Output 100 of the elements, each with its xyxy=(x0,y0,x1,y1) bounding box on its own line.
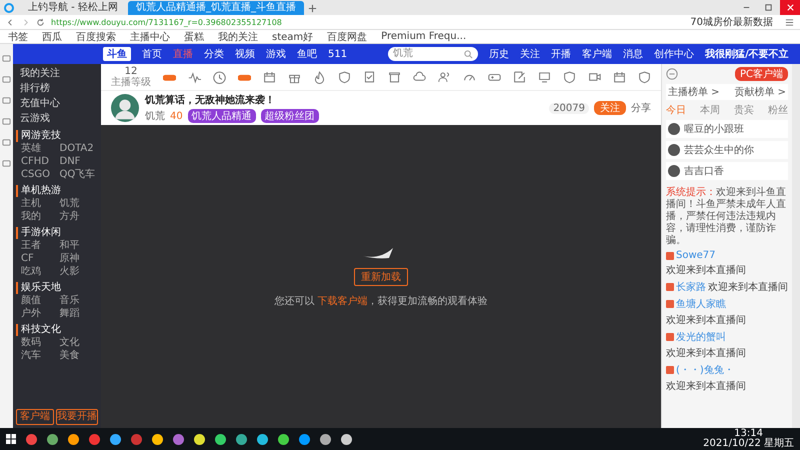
nav-action-link[interactable]: 消息 xyxy=(623,47,644,61)
category-link[interactable]: DOTA2 xyxy=(60,143,98,155)
taskbar-app-icon[interactable] xyxy=(320,434,331,444)
ranking-tab[interactable]: 贵宾 xyxy=(734,103,754,117)
taskbar-app-icon[interactable] xyxy=(152,434,163,444)
bookmark-link[interactable]: Premium Frequ... xyxy=(381,31,466,42)
nav-action-link[interactable]: 关注 xyxy=(520,47,540,61)
nav-action-link[interactable]: 历史 xyxy=(489,47,510,61)
browser-search-field[interactable]: 70城房价最新数据 xyxy=(684,15,779,29)
category-link[interactable]: 火影 xyxy=(60,266,98,278)
user-name[interactable]: Sowe77 xyxy=(676,250,716,261)
category-link[interactable]: 方舟 xyxy=(60,211,98,223)
bookmark-link[interactable]: 百度网盘 xyxy=(327,30,368,44)
ranking-tab[interactable]: 粉丝 xyxy=(768,103,788,117)
sidebar-item[interactable]: 充值中心 xyxy=(16,97,98,111)
user-name[interactable]: (・・)兔兔・ xyxy=(676,363,734,377)
category-link[interactable]: 文化 xyxy=(60,337,98,349)
board-link[interactable]: 主播榜单 > xyxy=(668,85,720,99)
taskbar-app-icon[interactable] xyxy=(194,434,205,444)
sidebar-tool-icon[interactable] xyxy=(2,138,11,147)
category-link[interactable]: 英雄 xyxy=(21,143,60,155)
category-link[interactable]: 舞蹈 xyxy=(60,308,98,320)
tag[interactable]: 超级粉丝团 xyxy=(260,109,319,123)
category-link[interactable]: 饥荒 xyxy=(145,109,165,123)
browser-tab[interactable]: 上钓导航 - 轻松上网 xyxy=(20,1,126,15)
user-name[interactable]: 鱼塘人家瞧 xyxy=(676,297,726,311)
nav-link[interactable]: 游戏 xyxy=(266,47,286,61)
sidebar-button[interactable]: 我要开播 xyxy=(56,409,98,425)
tag[interactable]: 饥荒人品精通 xyxy=(188,109,256,123)
taskbar-app-icon[interactable] xyxy=(110,434,121,444)
nav-link[interactable]: 首页 xyxy=(142,47,162,61)
bookmark-link[interactable]: 我的关注 xyxy=(218,30,258,44)
browser-tab[interactable]: 饥荒人品精通播_饥荒直播_斗鱼直播 xyxy=(128,1,304,15)
category-link[interactable]: 饥荒 xyxy=(60,198,98,210)
toolbar-icon[interactable] xyxy=(538,70,551,84)
sidebar-item[interactable]: 排行榜 xyxy=(16,82,98,96)
sidebar-item[interactable]: 云游戏 xyxy=(16,112,98,126)
toolbar-icon[interactable] xyxy=(438,70,451,84)
toolbar-icon[interactable] xyxy=(638,70,651,84)
toolbar-icon[interactable] xyxy=(613,70,626,84)
toolbar-icon[interactable] xyxy=(313,70,326,84)
nav-action-link[interactable]: 开播 xyxy=(551,47,572,61)
taskbar-app-icon[interactable] xyxy=(215,434,226,444)
nav-action-link[interactable]: 客户端 xyxy=(582,47,612,61)
sidebar-tool-icon[interactable] xyxy=(2,159,11,168)
toolbar-icon[interactable] xyxy=(188,70,201,84)
sidebar-button[interactable]: 客户端 xyxy=(16,409,54,425)
category-link[interactable]: 户外 xyxy=(21,308,60,320)
category-link[interactable]: 我的 xyxy=(21,211,60,223)
toolbar-icon[interactable] xyxy=(263,70,276,84)
nav-link[interactable]: 511 xyxy=(328,48,348,60)
sidebar-tool-icon[interactable] xyxy=(2,117,11,126)
nav-action-link[interactable]: 创作中心 xyxy=(654,47,694,61)
category-link[interactable]: 颜值 xyxy=(21,295,60,307)
toolbar-icon[interactable] xyxy=(363,70,376,84)
toolbar-icon[interactable] xyxy=(338,70,351,84)
site-search-field[interactable]: 饥荒 xyxy=(388,47,478,61)
category-link[interactable]: 主机 xyxy=(21,198,60,210)
bookmark-link[interactable]: steam好 xyxy=(272,30,314,44)
taskbar-app-icon[interactable] xyxy=(68,434,79,444)
category-link[interactable]: 音乐 xyxy=(60,295,98,307)
reload-button[interactable]: 重新加载 xyxy=(354,268,408,286)
sidebar-tool-icon[interactable] xyxy=(2,54,11,63)
share-link[interactable]: 分享 xyxy=(631,101,651,115)
bookmark-link[interactable]: 主播中心 xyxy=(130,30,170,44)
taskbar-app-icon[interactable] xyxy=(47,434,58,444)
start-icon[interactable] xyxy=(6,434,16,444)
nav-link[interactable]: 视频 xyxy=(235,47,255,61)
more-icon[interactable] xyxy=(666,68,678,80)
category-link[interactable]: 数码 xyxy=(21,337,60,349)
category-link[interactable]: 和平 xyxy=(60,240,98,252)
bookmark-link[interactable]: 蛋糕 xyxy=(184,30,204,44)
scrollbar[interactable] xyxy=(792,64,800,428)
site-logo[interactable]: 斗鱼 xyxy=(103,47,131,61)
taskbar-app-icon[interactable] xyxy=(341,434,352,444)
category-link[interactable]: 汽车 xyxy=(21,350,60,362)
category-link[interactable]: 美食 xyxy=(60,350,98,362)
taskbar-app-icon[interactable] xyxy=(299,434,310,444)
category-link[interactable]: 原神 xyxy=(60,253,98,265)
nav-link[interactable]: 分类 xyxy=(204,47,224,61)
toolbar-icon[interactable] xyxy=(513,70,526,84)
toolbar-icon[interactable] xyxy=(563,70,576,84)
board-link[interactable]: 贡献榜单 > xyxy=(734,85,786,99)
nav-banner[interactable]: 我很刚猛/不要不立 xyxy=(705,47,789,61)
category-link[interactable]: CSGO xyxy=(21,169,60,181)
category-link[interactable]: 王者 xyxy=(21,240,60,252)
bookmark-link[interactable]: 西瓜 xyxy=(42,30,62,44)
category-link[interactable]: QQ飞车 xyxy=(60,169,98,181)
user-name[interactable]: 发光的蟹叫 xyxy=(676,330,726,344)
reload-icon[interactable] xyxy=(36,18,45,26)
sidebar-tool-icon[interactable] xyxy=(2,96,11,105)
taskbar-app-icon[interactable] xyxy=(257,434,268,444)
sidebar-tool-icon[interactable] xyxy=(2,75,11,84)
bookmark-link[interactable]: 百度搜索 xyxy=(76,30,116,44)
ranking-tab[interactable]: 本周 xyxy=(700,103,720,117)
toolbar-icon[interactable] xyxy=(388,70,401,84)
bookmark-link[interactable]: 书签 xyxy=(8,30,28,44)
address-field[interactable]: https://www.douyu.com/7131167_r=0.396802355127108 xyxy=(51,18,678,26)
nav-link[interactable]: 鱼吧 xyxy=(297,47,317,61)
category-link[interactable]: 吃鸡 xyxy=(21,266,60,278)
